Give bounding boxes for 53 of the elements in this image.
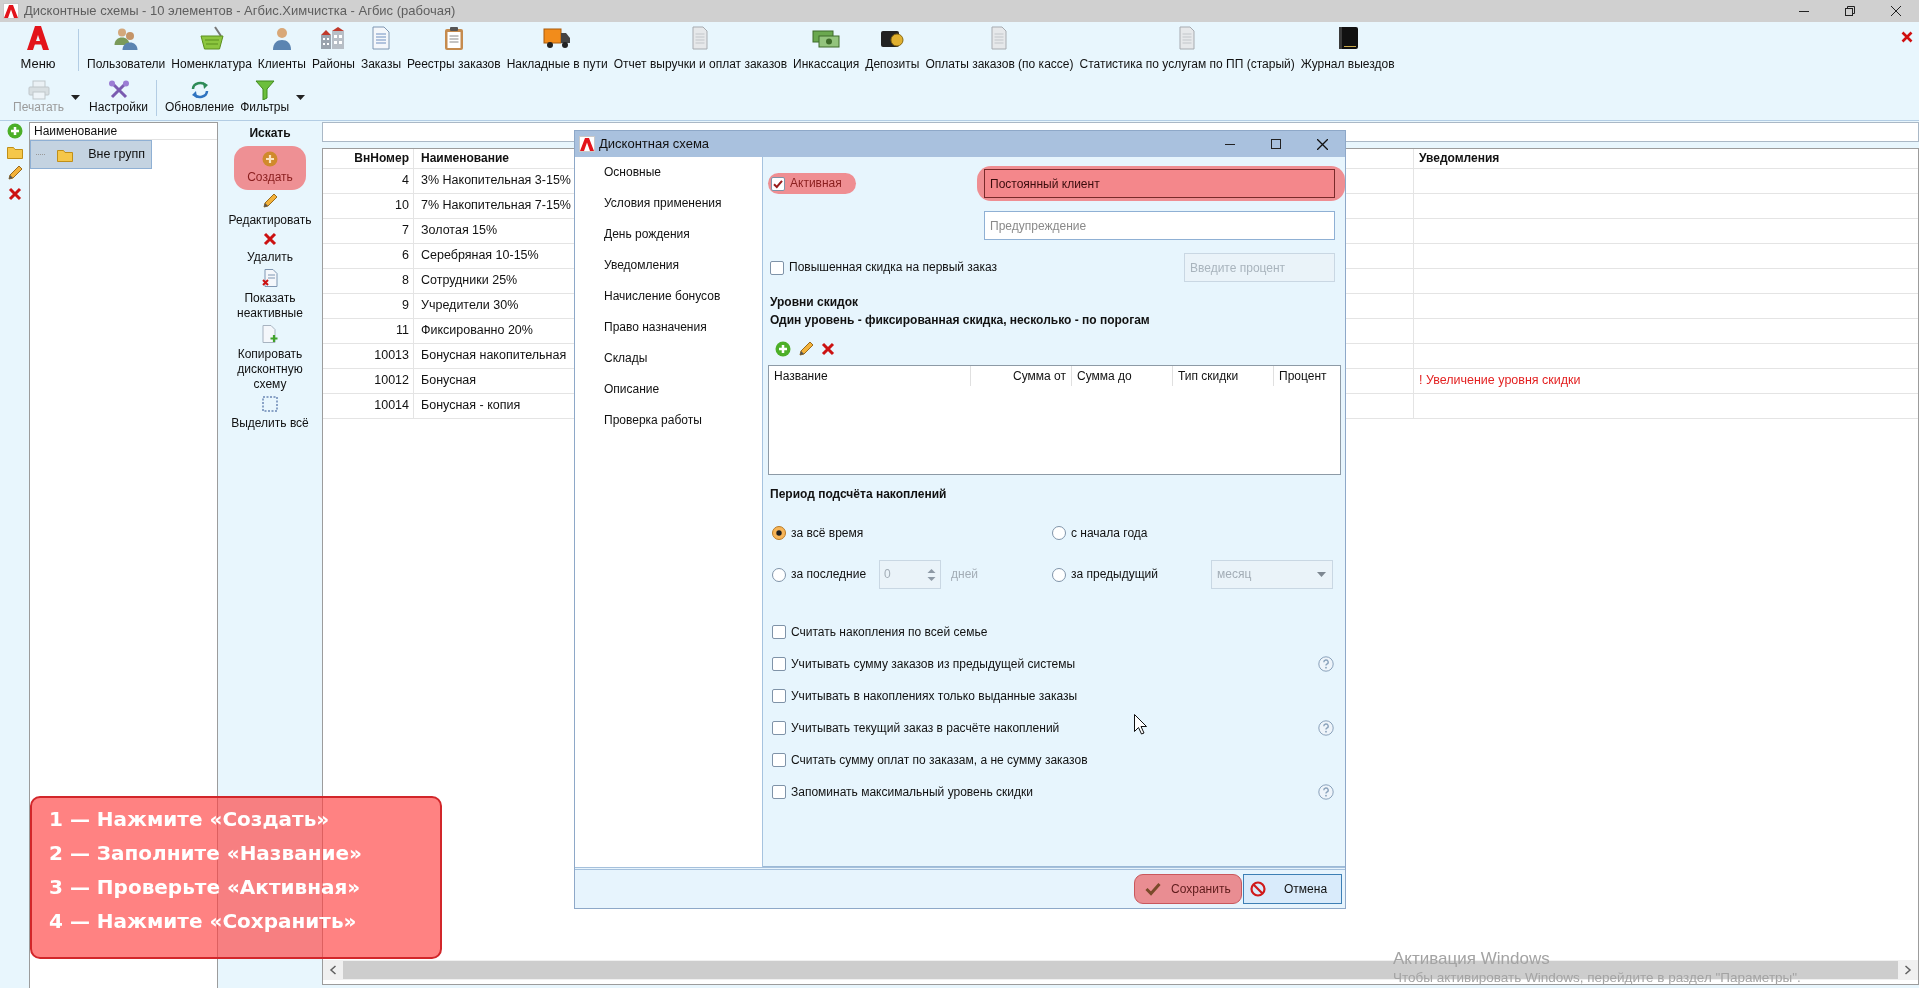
table-cell: 3% Накопительная 3-15% xyxy=(421,173,571,189)
column-header: Тип скидки xyxy=(1178,368,1239,384)
checkbox-label: Считать накопления по всей семье xyxy=(791,624,988,640)
table-cell: 8 xyxy=(402,273,409,289)
checkbox-label: Учитывать сумму заказов из предыдущей системы xyxy=(791,656,1076,672)
window-title: Дисконтные схемы - 10 элементов - Агбис.Химчистка - Агбис (рабочая) xyxy=(24,2,456,20)
table-cell: 9 xyxy=(402,298,409,314)
unit-label: дней xyxy=(951,567,978,582)
table-cell: 4 xyxy=(402,173,409,189)
table-cell: 11 xyxy=(396,323,409,339)
column-header: ВнНомер xyxy=(354,151,409,166)
column-header: Сумма от xyxy=(1013,368,1066,384)
column-header: Процент xyxy=(1279,368,1327,384)
table-cell: Бонусная накопительная xyxy=(421,348,567,364)
section-title: Искать xyxy=(249,125,291,141)
column-header: Название xyxy=(774,368,828,384)
column-header: Сумма до xyxy=(1077,368,1132,384)
section-title: Период подсчёта накоплений xyxy=(770,486,948,503)
dialog-title: Дисконтная схема xyxy=(599,135,710,153)
table-cell: 10013 xyxy=(374,348,409,364)
section-subtitle: Один уровень - фиксированная скидка, несколько - по порогам xyxy=(770,312,1151,329)
radio-label: за последние xyxy=(791,567,867,582)
table-cell: 10 xyxy=(395,198,409,214)
table-cell: 10012 xyxy=(374,373,409,389)
table-cell: 6 xyxy=(402,248,409,264)
checkbox-label: Считать сумму оплат по заказам, а не сумму заказов xyxy=(791,752,1088,768)
table-cell: Золотая 15% xyxy=(421,223,498,239)
table-cell: 10014 xyxy=(374,398,409,414)
radio-label: за всё время xyxy=(791,525,864,541)
instruction-step: 3 — Проверьте «Активная» xyxy=(49,870,432,904)
instruction-step: 4 — Нажмите «Сохранить» xyxy=(49,904,432,938)
activation-title: Активация Windows xyxy=(1393,948,1551,969)
checkbox-label: Учитывать текущий заказ в расчёте накоплений xyxy=(791,720,1060,736)
section-title: Уровни скидок xyxy=(770,294,859,311)
checkbox-label: Запоминать максимальный уровень скидки xyxy=(791,784,1033,800)
column-header: Наименование xyxy=(421,151,510,166)
table-cell: Серебряная 10-15% xyxy=(421,248,539,264)
table-cell: Учредители 30% xyxy=(421,298,519,314)
table-cell: ! Увеличение уровня скидки xyxy=(1419,373,1581,389)
checkbox-label: Учитывать в накоплениях только выданные заказы xyxy=(791,688,1078,704)
checkbox-label: Повышенная скидка на первый заказ xyxy=(789,260,998,275)
column-header: Уведомления xyxy=(1419,151,1500,166)
table-cell: 7% Накопительная 7-15% xyxy=(421,198,571,214)
table-cell: 7 xyxy=(402,223,409,239)
table-cell: Бонусная - копия xyxy=(421,398,521,414)
radio-label: за предыдущий xyxy=(1071,567,1158,582)
table-cell: Фиксированно 20% xyxy=(421,323,533,339)
table-cell: Сотрудники 25% xyxy=(421,273,518,289)
checkbox-label: Активная xyxy=(790,176,842,191)
instruction-step: 1 — Нажмите «Создать» xyxy=(49,802,432,836)
table-cell: Бонусная xyxy=(421,373,477,389)
radio-label: с начала года xyxy=(1071,525,1148,541)
instruction-step: 2 — Заполните «Название» xyxy=(49,836,432,870)
